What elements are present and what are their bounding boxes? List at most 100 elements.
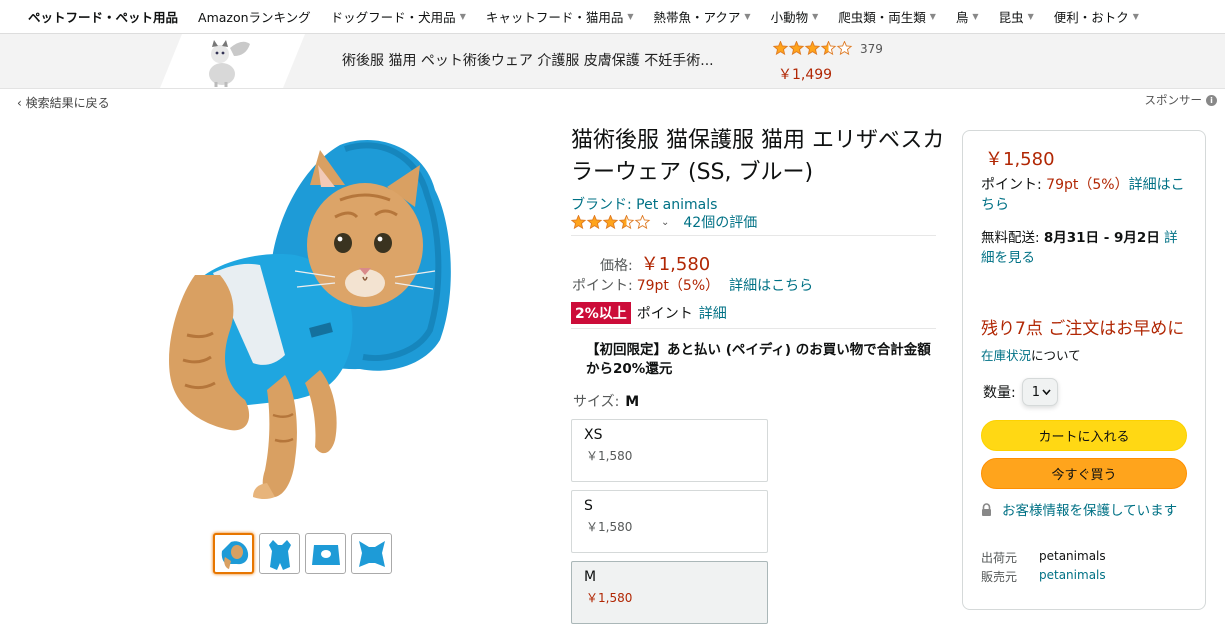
thumbnail-2[interactable] bbox=[259, 533, 300, 574]
buy-now-button[interactable]: 今すぐ買う bbox=[981, 458, 1187, 489]
sponsored-banner[interactable]: 術後服 猫用 ペット術後ウェア 介護服 皮膚保護 不妊手術... 379 ￥1,… bbox=[0, 34, 1225, 89]
nav-item[interactable]: 熱帯魚・アクア ▼ bbox=[654, 7, 751, 26]
sponsored-label[interactable]: スポンサー i bbox=[1144, 92, 1217, 108]
product-title: 猫術後服 猫保護服 猫用 エリザベスカラーウェア (SS, ブルー) bbox=[571, 128, 945, 185]
paidy-promotion: 【初回限定】あと払い (ペイディ) のお買い物で合計金額から20%還元 bbox=[586, 342, 931, 377]
caret-down-icon: ▼ bbox=[459, 12, 466, 21]
stock-info-link[interactable]: 在庫状況 bbox=[981, 348, 1031, 363]
delivery-label: 無料配送: bbox=[981, 230, 1044, 246]
cat-thumbnail-icon bbox=[221, 540, 248, 569]
add-to-cart-button[interactable]: カートに入れる bbox=[981, 420, 1187, 451]
price-value: ￥1,580 bbox=[640, 254, 711, 275]
chevron-down-icon[interactable]: ⌄ bbox=[661, 217, 669, 228]
size-name: S bbox=[584, 498, 593, 514]
banner-title[interactable]: 術後服 猫用 ペット術後ウェア 介護服 皮膚保護 不妊手術... bbox=[342, 50, 714, 70]
size-name: M bbox=[584, 569, 597, 585]
suit-thumbnail-icon bbox=[358, 540, 385, 567]
thumbnail-4[interactable] bbox=[351, 533, 392, 574]
star-icon bbox=[634, 214, 651, 229]
nav-item-label: ペットフード・ペット用品 bbox=[28, 10, 179, 25]
star-icon bbox=[773, 41, 789, 56]
size-option-s[interactable]: S ￥1,580 bbox=[571, 490, 768, 553]
sponsor-text: スポンサー bbox=[1144, 93, 1203, 107]
ratings-count-link[interactable]: 42個の評価 bbox=[683, 212, 757, 232]
star-rating-icon[interactable] bbox=[571, 214, 651, 230]
price-row: 価格: ￥1,580 bbox=[600, 250, 710, 276]
cat-image-icon bbox=[209, 40, 250, 87]
caret-down-icon: ▼ bbox=[812, 12, 819, 21]
thumbnail-1[interactable] bbox=[213, 533, 254, 574]
nav-item-label: 爬虫類・両生類 bbox=[838, 10, 926, 25]
stock-info-suffix: について bbox=[1031, 348, 1081, 363]
star-icon bbox=[788, 41, 805, 56]
star-icon bbox=[602, 214, 619, 229]
shipper-label: 出荷元 bbox=[981, 551, 1018, 565]
nav-item[interactable]: ペットフード・ペット用品 bbox=[28, 7, 178, 26]
price-label: 価格: bbox=[600, 258, 633, 274]
banner-rating-count[interactable]: 379 bbox=[860, 42, 883, 56]
chevron-down-icon bbox=[1042, 389, 1051, 395]
nav-item[interactable]: 爬虫類・両生類 ▼ bbox=[838, 7, 936, 26]
buybox-price: ￥1,580 bbox=[985, 149, 1055, 170]
quantity-value: 1 bbox=[1031, 384, 1040, 400]
stock-message: 残り7点 ご注文はお早めに bbox=[981, 319, 1185, 339]
nav-item-label: キャットフード・猫用品 bbox=[485, 10, 624, 25]
star-icon bbox=[820, 41, 837, 56]
points-value: 79pt（5%） bbox=[636, 278, 720, 294]
suit-thumbnail-icon bbox=[311, 544, 340, 565]
points-label: ポイント: bbox=[572, 278, 633, 294]
star-icon bbox=[836, 41, 853, 56]
buybox-points-value: 79pt（5%） bbox=[1046, 177, 1129, 193]
buybox-delivery: 無料配送: 8月31日 - 9月2日 詳細を見る bbox=[981, 228, 1191, 268]
delivery-date: 8月31日 - 9月2日 bbox=[1043, 230, 1160, 246]
nav-item[interactable]: Amazonランキング bbox=[198, 7, 311, 26]
nav-item[interactable]: 鳥 ▼ bbox=[956, 7, 979, 26]
back-to-results-link[interactable]: ‹ 検索結果に戻る bbox=[17, 94, 110, 111]
nav-item-label: ドッグフード・犬用品 bbox=[330, 10, 456, 25]
image-thumbnails bbox=[213, 533, 392, 574]
size-option-xs[interactable]: XS ￥1,580 bbox=[571, 419, 768, 482]
nav-item[interactable]: 小動物 ▼ bbox=[771, 7, 819, 26]
shipper-name: petanimals bbox=[1039, 549, 1106, 563]
banner-product-thumb[interactable] bbox=[160, 34, 305, 88]
caret-down-icon: ▼ bbox=[1027, 12, 1034, 21]
size-price: ￥1,580 bbox=[586, 591, 633, 605]
star-icon bbox=[586, 214, 603, 229]
brand-link[interactable]: ブランド: Pet animals bbox=[571, 194, 717, 214]
nav-item-label: 昆虫 bbox=[998, 10, 1024, 25]
size-label-text: サイズ: bbox=[573, 394, 620, 410]
points-badge-details-link[interactable]: 詳細 bbox=[699, 303, 727, 323]
size-option-m[interactable]: M ￥1,580 bbox=[571, 561, 768, 624]
quantity-row: 数量: 1 bbox=[983, 378, 1058, 406]
main-product-image[interactable] bbox=[135, 125, 495, 520]
caret-down-icon: ▼ bbox=[929, 12, 936, 21]
nav-item[interactable]: 便利・おトク ▼ bbox=[1054, 7, 1139, 26]
nav-item[interactable]: ドッグフード・犬用品 ▼ bbox=[331, 7, 466, 26]
banner-rating[interactable]: 379 bbox=[773, 41, 883, 56]
nav-item[interactable]: キャットフード・猫用品 ▼ bbox=[486, 7, 634, 26]
thumbnail-3[interactable] bbox=[305, 533, 346, 574]
buybox-points-label: ポイント: bbox=[981, 177, 1047, 193]
caret-down-icon: ▼ bbox=[744, 12, 751, 21]
star-rating-icon bbox=[773, 41, 853, 56]
banner-price: ￥1,499 bbox=[778, 67, 833, 83]
divider bbox=[571, 235, 936, 236]
secure-transaction[interactable]: お客様情報を保護しています bbox=[981, 501, 1191, 521]
category-nav: ペットフード・ペット用品 Amazonランキング ドッグフード・犬用品 ▼ キャットフー… bbox=[0, 0, 1225, 34]
caret-down-icon: ▼ bbox=[1132, 12, 1139, 21]
size-price: ￥1,580 bbox=[586, 449, 633, 463]
secure-transaction-link[interactable]: お客様情報を保護しています bbox=[1002, 503, 1177, 519]
buybox-points: ポイント: 79pt（5%）詳細はこちら bbox=[981, 175, 1191, 215]
nav-item[interactable]: 昆虫 ▼ bbox=[999, 7, 1034, 26]
lock-icon bbox=[982, 503, 991, 516]
seller-name-link[interactable]: petanimals bbox=[1039, 568, 1106, 582]
info-icon[interactable]: i bbox=[1206, 94, 1217, 106]
product-rating[interactable]: ⌄ 42個の評価 bbox=[571, 212, 757, 232]
stock-status: 残り7点 ご注文はお早めに 在庫状況について bbox=[981, 316, 1196, 369]
nav-item-label: 熱帯魚・アクア bbox=[653, 10, 741, 25]
points-details-link[interactable]: 詳細はこちら bbox=[729, 278, 813, 294]
caret-down-icon: ▼ bbox=[972, 12, 979, 21]
quantity-select[interactable]: 1 bbox=[1021, 378, 1058, 406]
star-icon bbox=[571, 214, 587, 229]
nav-item-label: 便利・おトク bbox=[1053, 10, 1129, 25]
